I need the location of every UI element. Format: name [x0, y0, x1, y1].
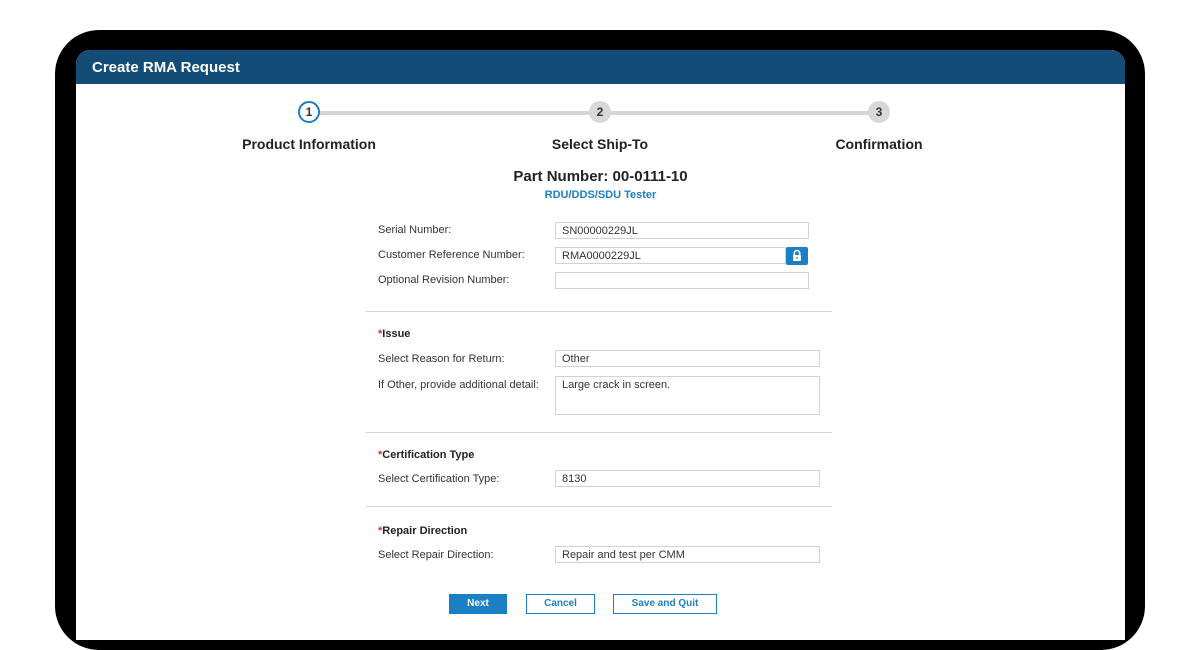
- revision-number-field[interactable]: [555, 272, 809, 289]
- customer-reference-field[interactable]: RMA0000229JL: [555, 247, 786, 264]
- additional-detail-label: If Other, provide additional detail:: [378, 379, 539, 391]
- step-1-label: Product Information: [242, 136, 376, 152]
- step-1-indicator[interactable]: 1: [298, 101, 320, 123]
- customer-reference-label: Customer Reference Number:: [378, 249, 525, 261]
- serial-number-label: Serial Number:: [378, 224, 452, 236]
- repair-direction-select[interactable]: Repair and test per CMM: [555, 546, 820, 563]
- issue-heading: *Issue: [378, 328, 410, 340]
- certification-type-label: Select Certification Type:: [378, 473, 500, 485]
- section-divider: [366, 506, 832, 507]
- certification-heading-text: Certification Type: [382, 449, 475, 461]
- step-2-indicator[interactable]: 2: [589, 101, 611, 123]
- step-2-label: Select Ship-To: [551, 136, 649, 152]
- next-button[interactable]: Next: [449, 594, 507, 614]
- app-window: Create RMA Request 1 2 3 Product Informa…: [76, 50, 1125, 640]
- issue-heading-text: Issue: [382, 328, 411, 340]
- revision-number-label: Optional Revision Number:: [378, 274, 510, 286]
- section-divider: [366, 311, 832, 312]
- repair-direction-heading-text: Repair Direction: [382, 525, 468, 537]
- cancel-button[interactable]: Cancel: [526, 594, 595, 614]
- part-number-heading: Part Number: 00-0111-10: [513, 168, 688, 185]
- step-3-indicator[interactable]: 3: [868, 101, 890, 123]
- reason-for-return-label: Select Reason for Return:: [378, 353, 505, 365]
- repair-direction-heading: *Repair Direction: [378, 525, 467, 537]
- certification-type-select[interactable]: 8130: [555, 470, 820, 487]
- lock-icon: [793, 249, 801, 261]
- lock-button[interactable]: [786, 247, 808, 265]
- step-3-label: Confirmation: [835, 136, 923, 152]
- certification-heading: *Certification Type: [378, 449, 474, 461]
- repair-direction-label: Select Repair Direction:: [378, 549, 494, 561]
- section-divider: [366, 432, 832, 433]
- page-title: Create RMA Request: [92, 59, 240, 76]
- header-bar: Create RMA Request: [76, 50, 1125, 84]
- serial-number-field[interactable]: SN00000229JL: [555, 222, 809, 239]
- part-description: RDU/DDS/SDU Tester: [544, 189, 657, 201]
- reason-for-return-select[interactable]: Other: [555, 350, 820, 367]
- additional-detail-textarea[interactable]: Large crack in screen.: [555, 376, 820, 415]
- save-and-quit-button[interactable]: Save and Quit: [613, 594, 717, 614]
